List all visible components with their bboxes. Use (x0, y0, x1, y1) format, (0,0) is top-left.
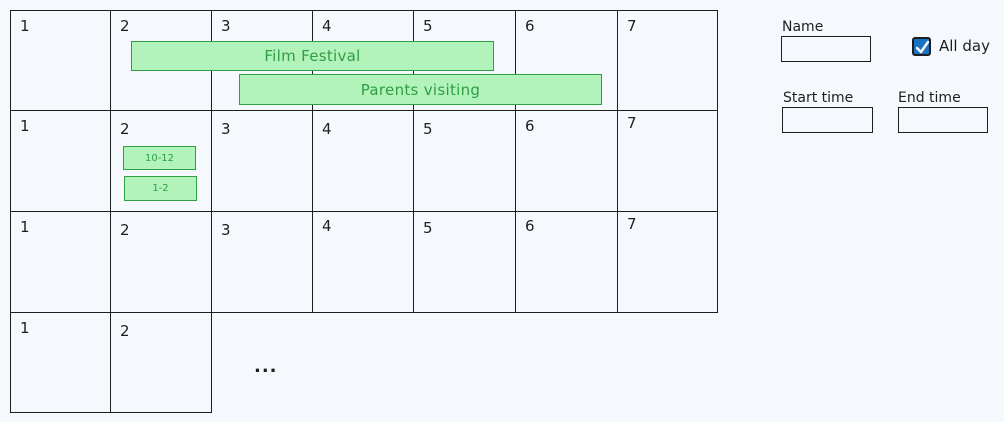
day-number: 3 (221, 120, 231, 138)
day-number: 4 (322, 120, 332, 138)
day-number: 6 (525, 17, 535, 35)
calendar-day-cell[interactable]: 5 (413, 110, 516, 212)
day-number: 7 (627, 215, 637, 233)
day-number: 1 (20, 17, 30, 35)
calendar-day-cell[interactable]: 1 (10, 312, 111, 413)
calendar-day-cell[interactable]: 7 (617, 10, 718, 111)
day-number: 5 (423, 120, 433, 138)
day-number: 4 (322, 17, 332, 35)
calendar-day-cell[interactable]: 1 (10, 110, 111, 212)
day-number: 3 (221, 221, 231, 239)
calendar-day-cell[interactable]: 2 (110, 312, 212, 413)
calendar-day-cell[interactable]: 4 (312, 211, 414, 313)
name-input[interactable] (781, 36, 871, 62)
calendar-day-cell[interactable]: 4 (312, 110, 414, 212)
calendar-day-cell[interactable]: 5 (413, 211, 516, 313)
day-number: 2 (120, 221, 130, 239)
day-number: 5 (423, 219, 433, 237)
day-number: 2 (120, 17, 130, 35)
day-number: 7 (627, 114, 637, 132)
name-label: Name (782, 19, 824, 35)
day-number: 7 (627, 17, 637, 35)
day-number: 2 (120, 322, 130, 340)
calendar-day-cell[interactable]: 7 (617, 110, 718, 212)
calendar-day-cell[interactable]: 3 (211, 110, 313, 212)
calendar-day-cell[interactable]: 1 (10, 211, 111, 313)
event-parents-visiting[interactable]: Parents visiting (239, 74, 602, 105)
calendar-day-cell[interactable]: 3 (211, 211, 313, 313)
calendar-grid: 1 2 3 4 5 6 7 1 2 3 4 5 6 7 1 2 3 4 5 6 … (0, 0, 720, 422)
day-number: 2 (120, 120, 130, 138)
day-number: 5 (423, 17, 433, 35)
calendar-day-cell[interactable]: 7 (617, 211, 718, 313)
day-number: 6 (525, 217, 535, 235)
start-time-input[interactable] (782, 107, 873, 133)
calendar-day-cell[interactable]: 6 (515, 110, 618, 212)
day-number: 3 (221, 17, 231, 35)
day-number: 6 (525, 117, 535, 135)
all-day-checkbox[interactable] (912, 37, 931, 56)
calendar-day-cell[interactable]: 2 (110, 211, 212, 313)
event-slot-1-2[interactable]: 1-2 (124, 176, 197, 201)
event-slot-10-12[interactable]: 10-12 (123, 146, 196, 170)
day-number: 1 (20, 218, 30, 236)
calendar-day-cell[interactable]: 1 (10, 10, 111, 111)
checkmark-icon (915, 40, 930, 54)
all-day-label: All day (939, 37, 990, 55)
end-time-label: End time (898, 90, 961, 106)
calendar-day-cell[interactable]: 6 (515, 211, 618, 313)
more-weeks-ellipsis: ... (254, 356, 278, 377)
day-number: 1 (20, 319, 30, 337)
day-number: 1 (20, 117, 30, 135)
event-film-festival[interactable]: Film Festival (131, 41, 494, 71)
end-time-input[interactable] (898, 107, 988, 133)
start-time-label: Start time (783, 90, 854, 106)
day-number: 4 (322, 217, 332, 235)
